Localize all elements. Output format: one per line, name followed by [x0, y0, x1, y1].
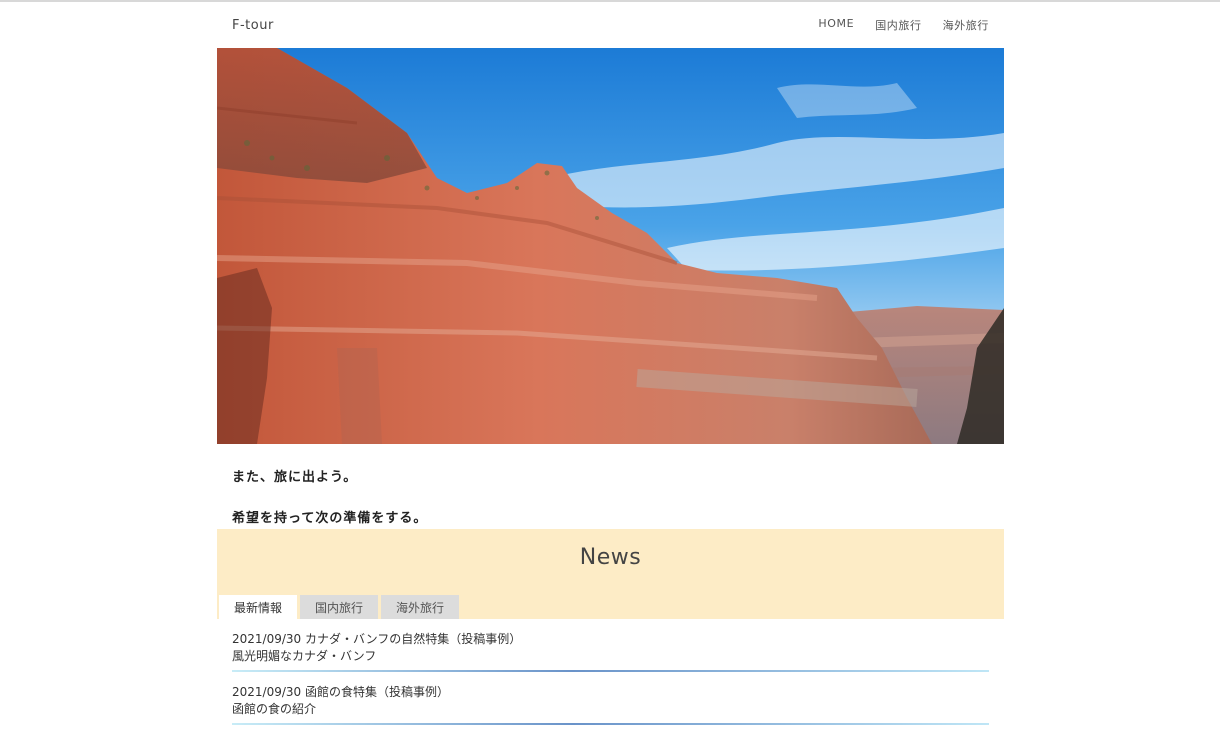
tab-overseas-travel[interactable]: 海外旅行	[381, 595, 460, 619]
nav-home[interactable]: HOME	[818, 17, 854, 33]
news-item-title[interactable]: カナダ・バンフの自然特集（投稿事例）	[305, 632, 521, 646]
news-item[interactable]: 2021/09/30 函館の食特集（投稿事例） 函館の食の紹介	[232, 672, 989, 725]
news-item-divider	[232, 723, 989, 725]
news-item-meta: 2021/09/30 カナダ・バンフの自然特集（投稿事例）	[232, 631, 989, 648]
tagline-section: また、旅に出よう。 希望を持って次の準備をする。	[217, 444, 1004, 529]
tagline-line-2: 希望を持って次の準備をする。	[232, 511, 428, 526]
nav-domestic-travel[interactable]: 国内旅行	[875, 17, 921, 33]
news-list: 2021/09/30 カナダ・バンフの自然特集（投稿事例） 風光明媚なカナダ・バ…	[217, 619, 1004, 725]
main-nav: HOME 国内旅行 海外旅行	[818, 17, 989, 33]
hero-image	[217, 48, 1004, 444]
tab-latest-info[interactable]: 最新情報	[219, 595, 298, 619]
news-item-date: 2021/09/30	[232, 632, 302, 646]
canyon-landscape-image	[217, 48, 1004, 444]
news-item-subtitle: 函館の食の紹介	[232, 702, 317, 716]
news-item-title[interactable]: 函館の食特集（投稿事例）	[305, 685, 449, 699]
news-item-meta: 2021/09/30 函館の食特集（投稿事例）	[232, 684, 989, 701]
tab-domestic-travel[interactable]: 国内旅行	[300, 595, 379, 619]
site-header: F-tour HOME 国内旅行 海外旅行	[217, 2, 1004, 48]
news-item-subtitle: 風光明媚なカナダ・バンフ	[232, 649, 377, 663]
page-container: F-tour HOME 国内旅行 海外旅行 また、旅に出よう。 希望を持って次の…	[217, 2, 1004, 725]
news-item[interactable]: 2021/09/30 カナダ・バンフの自然特集（投稿事例） 風光明媚なカナダ・バ…	[232, 619, 989, 672]
tagline-line-1: また、旅に出よう。	[232, 470, 358, 485]
site-logo[interactable]: F-tour	[232, 18, 274, 33]
news-tabs: 最新情報 国内旅行 海外旅行	[219, 595, 460, 619]
news-header-band: News 最新情報 国内旅行 海外旅行	[217, 529, 1004, 619]
nav-overseas-travel[interactable]: 海外旅行	[943, 17, 989, 33]
news-item-date: 2021/09/30	[232, 685, 302, 699]
news-heading: News	[579, 545, 642, 570]
